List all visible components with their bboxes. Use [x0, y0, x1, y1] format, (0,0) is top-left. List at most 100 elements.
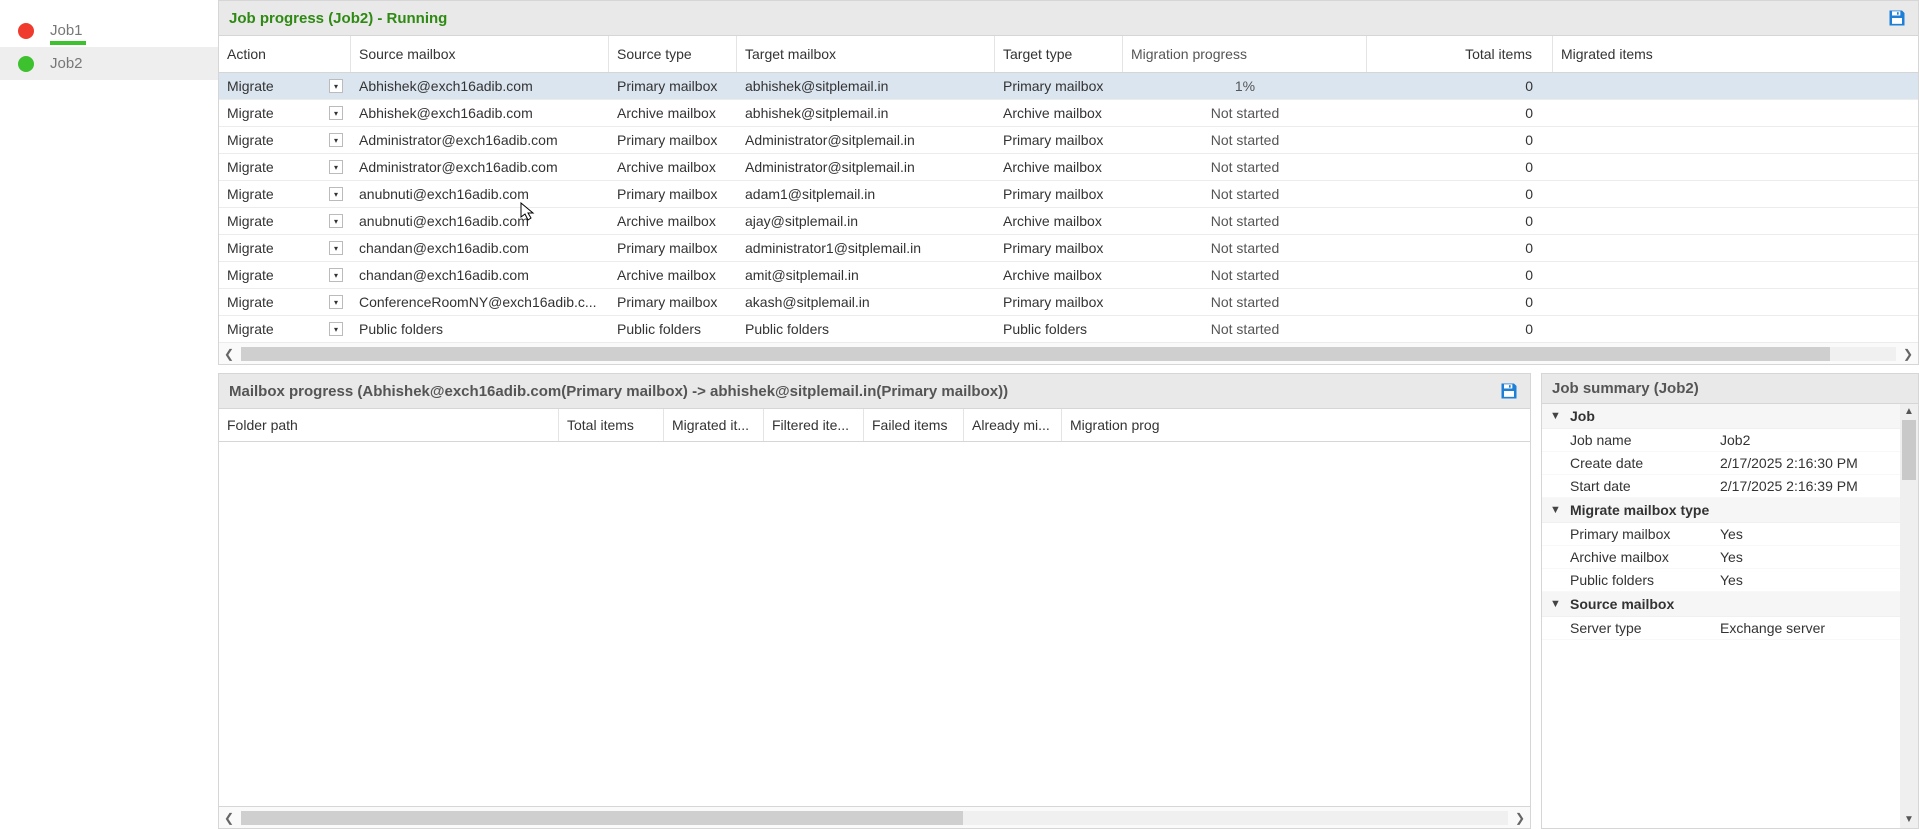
cell-target: amit@sitplemail.in — [737, 262, 995, 288]
cell-target-type: Archive mailbox — [995, 154, 1123, 180]
cell-source-type: Primary mailbox — [609, 127, 737, 153]
column-header-already[interactable]: Already mi... — [964, 409, 1062, 441]
cell-target-type: Primary mailbox — [995, 181, 1123, 207]
summary-key: Start date — [1570, 478, 1720, 494]
action-dropdown-button[interactable]: ▾ — [329, 187, 343, 201]
table-body — [218, 442, 1531, 807]
scroll-right-button[interactable]: ❯ — [1510, 811, 1530, 825]
action-dropdown-button[interactable]: ▾ — [329, 106, 343, 120]
table-row[interactable]: Migrate▾chandan@exch16adib.comPrimary ma… — [219, 235, 1918, 262]
chevron-down-icon: ▼ — [1550, 410, 1564, 422]
cell-source-type: Archive mailbox — [609, 208, 737, 234]
cell-target: ajay@sitplemail.in — [737, 208, 995, 234]
summary-group: ▼Migrate mailbox typePrimary mailboxYesA… — [1542, 498, 1900, 592]
action-dropdown-button[interactable]: ▾ — [329, 268, 343, 282]
jobs-sidebar: Job1 Job2 — [0, 0, 218, 829]
column-header-progress[interactable]: Migration progress — [1123, 36, 1367, 72]
scroll-thumb[interactable] — [241, 347, 1830, 361]
sidebar-job-item[interactable]: Job2 — [0, 47, 218, 80]
column-header-total[interactable]: Total items — [559, 409, 664, 441]
table-row[interactable]: Migrate▾chandan@exch16adib.comArchive ma… — [219, 262, 1918, 289]
scroll-right-button[interactable]: ❯ — [1898, 347, 1918, 361]
action-dropdown-button[interactable]: ▾ — [329, 322, 343, 336]
scroll-track[interactable] — [1900, 420, 1918, 812]
status-dot-icon — [18, 56, 34, 72]
scroll-track[interactable] — [241, 811, 1508, 825]
cell-migrated — [1553, 297, 1918, 307]
cell-source-type: Primary mailbox — [609, 289, 737, 315]
column-header-folder[interactable]: Folder path — [219, 409, 559, 441]
cell-target-type: Primary mailbox — [995, 235, 1123, 261]
cell-source: Administrator@exch16adib.com — [351, 154, 609, 180]
cell-progress: Not started — [1123, 316, 1367, 342]
scroll-thumb[interactable] — [241, 811, 963, 825]
table-row[interactable]: Migrate▾anubnuti@exch16adib.comPrimary m… — [219, 181, 1918, 208]
cell-source: chandan@exch16adib.com — [351, 262, 609, 288]
table-row[interactable]: Migrate▾Public foldersPublic foldersPubl… — [219, 316, 1918, 343]
job-summary-panel: Job summary (Job2) ▼JobJob nameJob2Creat… — [1541, 373, 1919, 829]
job-summary-content: ▼JobJob nameJob2Create date2/17/2025 2:1… — [1542, 404, 1900, 828]
action-dropdown-button[interactable]: ▾ — [329, 295, 343, 309]
column-header-source-type[interactable]: Source type — [609, 36, 737, 72]
table-row[interactable]: Migrate▾Abhishek@exch16adib.comPrimary m… — [219, 73, 1918, 100]
summary-row: Archive mailboxYes — [1542, 546, 1900, 569]
cell-action: Migrate▾ — [219, 73, 351, 99]
table-row[interactable]: Migrate▾Abhishek@exch16adib.comArchive m… — [219, 100, 1918, 127]
cell-migrated — [1553, 135, 1918, 145]
cell-total: 0 — [1367, 262, 1553, 288]
cell-source-type: Archive mailbox — [609, 154, 737, 180]
summary-value: 2/17/2025 2:16:39 PM — [1720, 478, 1892, 494]
scroll-track[interactable] — [241, 347, 1896, 361]
scroll-left-button[interactable]: ❮ — [219, 347, 239, 361]
column-header-migrated[interactable]: Migrated items — [1553, 36, 1918, 72]
column-header-filtered[interactable]: Filtered ite... — [764, 409, 864, 441]
column-header-total[interactable]: Total items — [1367, 36, 1553, 72]
table-header: Folder path Total items Migrated it... F… — [218, 409, 1531, 442]
column-header-target[interactable]: Target mailbox — [737, 36, 995, 72]
scroll-thumb[interactable] — [1902, 420, 1916, 480]
group-header[interactable]: ▼Migrate mailbox type — [1542, 498, 1900, 523]
vertical-scrollbar[interactable]: ▲ ▼ — [1900, 404, 1918, 828]
summary-value: Exchange server — [1720, 620, 1892, 636]
action-dropdown-button[interactable]: ▾ — [329, 214, 343, 228]
cell-action: Migrate▾ — [219, 100, 351, 126]
summary-key: Public folders — [1570, 572, 1720, 588]
column-header-action[interactable]: Action — [219, 36, 351, 72]
floppy-disk-icon — [1499, 381, 1519, 401]
save-button[interactable] — [1498, 380, 1520, 402]
column-header-failed[interactable]: Failed items — [864, 409, 964, 441]
column-header-source[interactable]: Source mailbox — [351, 36, 609, 72]
scroll-up-button[interactable]: ▲ — [1900, 404, 1918, 420]
table-row[interactable]: Migrate▾Administrator@exch16adib.comPrim… — [219, 127, 1918, 154]
scroll-down-button[interactable]: ▼ — [1900, 812, 1918, 828]
scroll-left-button[interactable]: ❮ — [219, 811, 239, 825]
panel-title: Job progress (Job2) - Running — [229, 10, 447, 27]
save-button[interactable] — [1886, 7, 1908, 29]
action-dropdown-button[interactable]: ▾ — [329, 241, 343, 255]
cell-progress: Not started — [1123, 289, 1367, 315]
sidebar-job-item[interactable]: Job1 — [0, 14, 218, 47]
column-header-progress[interactable]: Migration prog — [1062, 409, 1530, 441]
group-header[interactable]: ▼Source mailbox — [1542, 592, 1900, 617]
action-dropdown-button[interactable]: ▾ — [329, 79, 343, 93]
action-dropdown-button[interactable]: ▾ — [329, 160, 343, 174]
cell-progress: Not started — [1123, 262, 1367, 288]
horizontal-scrollbar[interactable]: ❮ ❯ — [218, 807, 1531, 829]
column-header-target-type[interactable]: Target type — [995, 36, 1123, 72]
job-label: Job2 — [50, 55, 83, 72]
table-row[interactable]: Migrate▾anubnuti@exch16adib.comArchive m… — [219, 208, 1918, 235]
column-header-migrated[interactable]: Migrated it... — [664, 409, 764, 441]
action-label: Migrate — [227, 267, 274, 283]
action-dropdown-button[interactable]: ▾ — [329, 133, 343, 147]
action-label: Migrate — [227, 213, 274, 229]
table-row[interactable]: Migrate▾ConferenceRoomNY@exch16adib.c...… — [219, 289, 1918, 316]
table-row[interactable]: Migrate▾Administrator@exch16adib.comArch… — [219, 154, 1918, 181]
cell-action: Migrate▾ — [219, 127, 351, 153]
group-header[interactable]: ▼Job — [1542, 404, 1900, 429]
cell-total: 0 — [1367, 73, 1553, 99]
cell-progress: Not started — [1123, 154, 1367, 180]
cell-migrated — [1553, 108, 1918, 118]
cell-migrated — [1553, 243, 1918, 253]
horizontal-scrollbar[interactable]: ❮ ❯ — [218, 343, 1919, 365]
cell-total: 0 — [1367, 127, 1553, 153]
